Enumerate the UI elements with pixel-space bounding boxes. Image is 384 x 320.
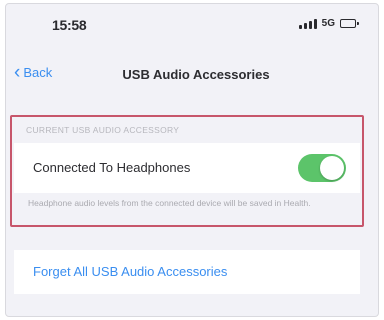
forget-all-label: Forget All USB Audio Accessories [33,264,228,279]
section-header: CURRENT USB AUDIO ACCESSORY [26,125,180,135]
battery-icon [340,19,359,28]
section-footer: Headphone audio levels from the connecte… [28,198,311,208]
toggle-label: Connected To Headphones [33,160,191,175]
toggle-knob [320,156,344,180]
headphones-toggle-cell: Connected To Headphones [14,143,360,193]
status-indicators: 5G [298,18,359,29]
headphones-toggle[interactable] [298,154,346,182]
forget-all-button[interactable]: Forget All USB Audio Accessories [14,250,360,294]
navigation-bar: ‹ Back USB Audio Accessories [6,56,378,92]
status-time: 15:58 [52,17,87,33]
status-bar: 15:58 5G [6,4,378,54]
page-title: USB Audio Accessories [122,67,270,82]
signal-icon [298,18,317,29]
network-type: 5G [321,18,335,29]
